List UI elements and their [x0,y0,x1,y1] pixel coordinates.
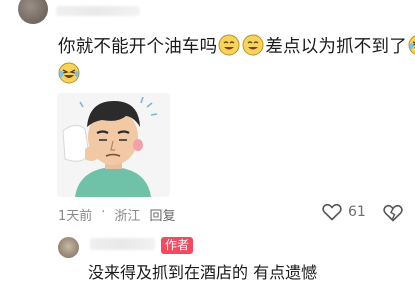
commenter-avatar[interactable] [18,0,48,24]
sticker-illustration [57,93,170,197]
author-name-blurred[interactable] [90,238,155,250]
like-count: 61 [348,204,366,220]
reply-button[interactable]: 回复 [149,205,175,224]
sweat-smile-emoji-icon [218,34,240,56]
author-avatar[interactable] [58,237,79,258]
comment-text: 你就不能开个油车吗 差点以为抓不到了 [58,30,415,60]
comment-time: 1天前 [58,209,93,224]
laughing-tears-emoji-icon [58,62,80,84]
comment-location: 浙江 [114,209,141,224]
heart-outline-icon [322,203,342,221]
comment-text-part1: 你就不能开个油车吗 [58,36,218,57]
broken-heart-icon[interactable] [383,204,403,222]
sweat-smile-emoji-icon [242,34,264,56]
commenter-name-blurred[interactable] [56,6,140,16]
laughing-tears-emoji-icon [408,35,415,55]
reply-text: 没来得及抓到在酒店的 有点遗憾 [88,263,318,282]
crying-man-sticker-image[interactable] [57,93,170,197]
author-badge: 作者 [161,237,194,254]
meta-separator: · [101,205,106,220]
like-button[interactable]: 61 [322,203,366,221]
comment-meta: 1天前 · 浙江 回复 [58,205,175,224]
comment-text-part2: 差点以为抓不到了 [265,36,407,57]
